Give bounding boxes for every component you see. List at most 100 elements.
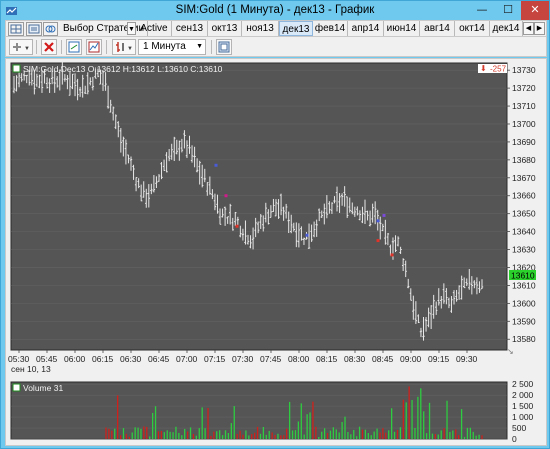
maximize-button[interactable]: ☐ bbox=[495, 1, 521, 20]
price-y-axis: 1358013590136001361013620136301364013650… bbox=[507, 65, 536, 344]
y-tick-label: 13630 bbox=[512, 245, 536, 255]
toolbar-separator bbox=[211, 40, 212, 54]
x-tick-label: 07:30 bbox=[232, 354, 254, 364]
x-tick-label: 08:30 bbox=[344, 354, 366, 364]
svg-text:▼: ▼ bbox=[127, 46, 133, 52]
tab-dec13[interactable]: дек13 bbox=[279, 21, 313, 36]
last-price-value: 13610 bbox=[511, 271, 535, 281]
y-tick-label: 13590 bbox=[512, 316, 536, 326]
panel-toggle-icon[interactable] bbox=[12, 64, 21, 73]
trade-marker bbox=[214, 163, 218, 167]
y-tick-label: 13710 bbox=[512, 101, 536, 111]
grid-icon[interactable] bbox=[8, 22, 24, 36]
trade-marker bbox=[376, 239, 380, 243]
x-tick-label: 06:15 bbox=[92, 354, 114, 364]
chart-type-button[interactable]: ▼ bbox=[112, 39, 136, 55]
instrument-list-icon[interactable] bbox=[26, 22, 42, 36]
volume-tick-label: 1 500 bbox=[512, 401, 534, 411]
volume-label: Volume 31 bbox=[23, 383, 63, 393]
trade-marker bbox=[376, 219, 380, 223]
price-chart-svg[interactable]: SIM:Gold Dec13 O:13612 H:13612 L:13610 C… bbox=[6, 59, 546, 445]
volume-panel[interactable] bbox=[11, 382, 507, 439]
add-indicator-button[interactable]: ▼ bbox=[9, 39, 33, 55]
down-arrow-icon: ⬇ bbox=[480, 64, 487, 73]
tabs-scroll-right-icon[interactable]: ▶ bbox=[534, 22, 545, 35]
volume-tick-label: 1 000 bbox=[512, 412, 534, 422]
interval-value: 1 Минута bbox=[143, 41, 186, 52]
y-tick-label: 13680 bbox=[512, 155, 536, 165]
trade-marker bbox=[224, 194, 228, 198]
volume-tick-label: 0 bbox=[512, 434, 517, 444]
tab-active[interactable]: Active bbox=[137, 21, 172, 36]
x-tick-label: 05:30 bbox=[8, 354, 30, 364]
tab-feb14[interactable]: фев14 bbox=[313, 21, 348, 36]
trade-marker bbox=[390, 253, 394, 257]
y-tick-label: 13580 bbox=[512, 334, 536, 344]
remove-button[interactable] bbox=[41, 39, 57, 55]
x-tick-label: 09:00 bbox=[400, 354, 422, 364]
date-label: сен 10, 13 bbox=[11, 364, 51, 374]
chevron-down-icon: ▼ bbox=[196, 43, 203, 50]
strategy-dropdown-arrow-icon[interactable]: ▼ bbox=[127, 22, 136, 35]
x-tick-label: 07:45 bbox=[260, 354, 282, 364]
trade-marker bbox=[305, 233, 309, 237]
tab-oct13[interactable]: окт13 bbox=[208, 21, 242, 36]
resize-arrow-icon[interactable]: ↘ bbox=[507, 347, 514, 356]
trade-marker bbox=[382, 213, 386, 217]
tab-apr14[interactable]: апр14 bbox=[348, 21, 384, 36]
x-tick-label: 09:30 bbox=[456, 354, 478, 364]
x-tick-label: 06:45 bbox=[148, 354, 170, 364]
instrument-tab-strip: Выбор Стратегии ▼ Active сен13 окт13 ноя… bbox=[5, 20, 547, 37]
x-tick-label: 08:15 bbox=[316, 354, 338, 364]
trade-marker bbox=[235, 224, 239, 228]
tab-jun14[interactable]: июн14 bbox=[384, 21, 420, 36]
y-tick-label: 13610 bbox=[512, 280, 536, 290]
tab-nov13[interactable]: ноя13 bbox=[242, 21, 279, 36]
window-title: SIM:Gold (1 Минута) - дек13 - График bbox=[175, 4, 375, 16]
chart-properties-button[interactable] bbox=[66, 39, 82, 55]
indicators-button[interactable] bbox=[86, 39, 102, 55]
volume-tick-label: 500 bbox=[512, 423, 526, 433]
close-button[interactable]: ✕ bbox=[521, 1, 549, 20]
y-tick-label: 13720 bbox=[512, 83, 536, 93]
link-icon[interactable] bbox=[43, 22, 58, 36]
y-tick-label: 13660 bbox=[512, 191, 536, 201]
interval-selector[interactable]: 1 Минута ▼ bbox=[138, 39, 206, 55]
tab-aug14[interactable]: авг14 bbox=[420, 21, 455, 36]
x-tick-label: 05:45 bbox=[36, 354, 58, 364]
volume-toggle-icon[interactable] bbox=[12, 383, 21, 392]
volume-tick-label: 2 000 bbox=[512, 390, 534, 400]
x-tick-label: 07:00 bbox=[176, 354, 198, 364]
x-tick-label: 06:30 bbox=[120, 354, 142, 364]
y-tick-label: 13670 bbox=[512, 173, 536, 183]
tab-dec14[interactable]: дек14 bbox=[490, 21, 523, 36]
chart-window: SIM:Gold (1 Минута) - дек13 - График — ☐… bbox=[0, 0, 550, 449]
x-tick-label: 09:15 bbox=[428, 354, 450, 364]
toolbar-separator bbox=[36, 40, 37, 54]
y-tick-label: 13700 bbox=[512, 119, 536, 129]
minimize-button[interactable]: — bbox=[469, 1, 495, 20]
tab-oct14[interactable]: окт14 bbox=[455, 21, 490, 36]
x-tick-label: 08:00 bbox=[288, 354, 310, 364]
tab-sep13[interactable]: сен13 bbox=[172, 21, 208, 36]
volume-tick-label: 2 500 bbox=[512, 379, 534, 389]
x-tick-label: 07:15 bbox=[204, 354, 226, 364]
y-tick-label: 13640 bbox=[512, 227, 536, 237]
y-tick-label: 13730 bbox=[512, 65, 536, 75]
chart-toolbar: ▼ ▼ 1 Минута ▼ bbox=[5, 37, 547, 57]
window-layout-button[interactable] bbox=[216, 39, 232, 55]
toolbar-separator bbox=[61, 40, 62, 54]
time-x-axis: 05:30 05:45 06:00 06:15 06:30 06:45 07:00 07:15… bbox=[8, 350, 478, 364]
price-label: SIM:Gold Dec13 O:13612 H:13612 L:13610 C… bbox=[23, 64, 223, 74]
x-tick-label: 08:45 bbox=[372, 354, 394, 364]
chart-area[interactable]: SIM:Gold Dec13 O:13612 H:13612 L:13610 C… bbox=[5, 58, 547, 446]
price-change-value: -257 bbox=[490, 65, 507, 74]
toolbar-separator bbox=[106, 40, 107, 54]
tabs-scroll-left-icon[interactable]: ◀ bbox=[523, 22, 534, 35]
y-tick-label: 13690 bbox=[512, 137, 536, 147]
title-bar[interactable]: SIM:Gold (1 Минута) - дек13 - График — ☐… bbox=[1, 1, 549, 20]
y-tick-label: 13600 bbox=[512, 298, 536, 308]
volume-y-axis: 05001 0001 5002 0002 500 bbox=[512, 379, 534, 444]
svg-text:▼: ▼ bbox=[24, 46, 30, 52]
y-tick-label: 13650 bbox=[512, 209, 536, 219]
